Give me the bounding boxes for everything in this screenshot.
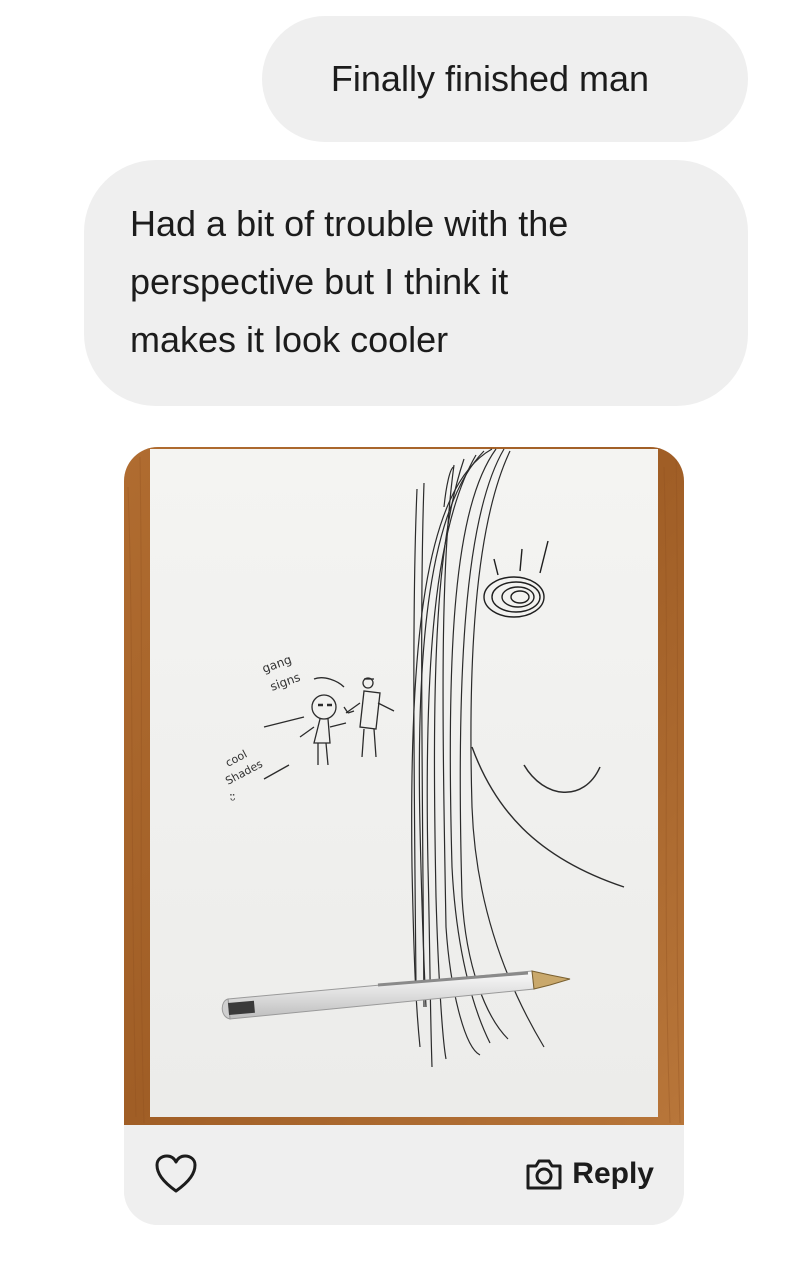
message-text-line: Had a bit of trouble with the <box>130 203 569 244</box>
photo-message[interactable]: gang signs cool Shades ᵕ̈ Reply <box>124 447 684 1225</box>
heart-icon[interactable] <box>154 1153 198 1195</box>
message-actions-bar: Reply <box>124 1125 684 1225</box>
message-text-line: perspective but I think it <box>130 261 509 302</box>
camera-icon <box>524 1156 564 1192</box>
smiley-face: ᵕ̈ <box>230 793 236 809</box>
drawing-photo[interactable]: gang signs cool Shades ᵕ̈ <box>124 447 684 1125</box>
drawing-photo-image: gang signs cool Shades ᵕ̈ <box>124 447 684 1125</box>
dm-conversation: Finally finished man Had a bit of troubl… <box>0 0 800 1264</box>
message-text-line: makes it look cooler <box>130 319 449 360</box>
message-bubble[interactable]: Had a bit of trouble with the perspectiv… <box>84 160 748 406</box>
reply-button[interactable]: Reply <box>524 1151 654 1197</box>
message-bubble[interactable]: Finally finished man <box>262 16 748 142</box>
reply-label: Reply <box>572 1157 654 1190</box>
message-text: Finally finished man <box>330 58 650 99</box>
